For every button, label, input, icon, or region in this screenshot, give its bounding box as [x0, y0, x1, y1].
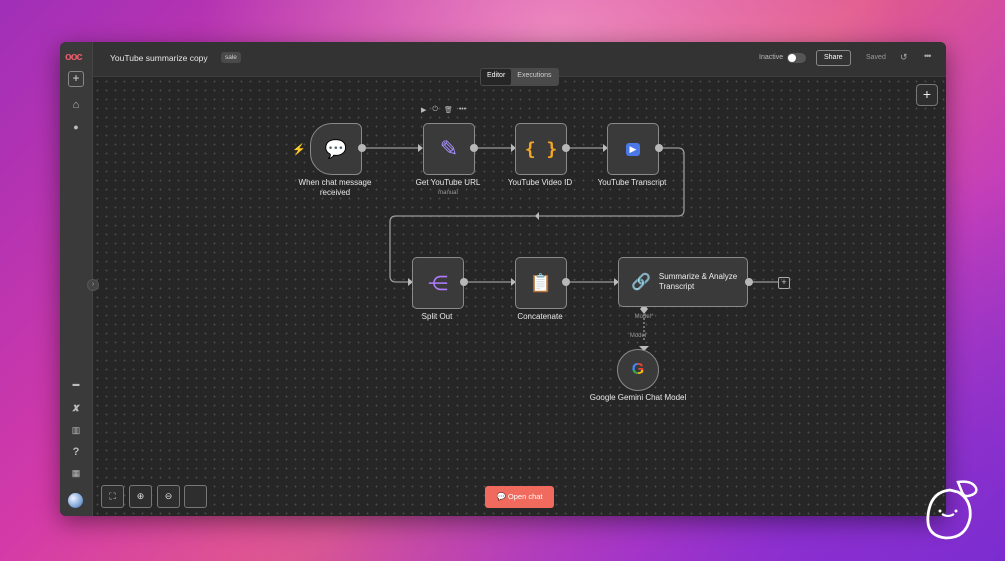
code-braces-icon: { } — [524, 138, 558, 160]
node-concatenate[interactable]: 📋 — [515, 257, 567, 309]
add-next-node-icon[interactable]: + — [778, 277, 790, 289]
node-label: YouTube Video ID — [507, 178, 573, 187]
output-handle[interactable] — [562, 144, 570, 152]
clipboard-icon: 📋 — [529, 272, 553, 293]
deactivate-node-icon[interactable]: ⏻ — [432, 106, 438, 114]
node-get-youtube-url[interactable]: ✎ — [423, 123, 475, 175]
node-youtube-transcript[interactable]: ▶ — [607, 123, 659, 175]
output-handle[interactable] — [470, 144, 478, 152]
output-handle[interactable] — [358, 144, 366, 152]
node-label: Google Gemini Chat Model — [589, 393, 687, 402]
youtube-play-icon: ▶ — [625, 142, 641, 156]
mascot-logo — [926, 480, 978, 540]
node-split-out[interactable]: ⋲ — [412, 257, 464, 309]
pencil-icon: ✎ — [439, 136, 459, 161]
open-chat-label: Open chat — [507, 492, 543, 501]
node-label: When chat message received — [298, 178, 372, 197]
model-link-label: Model — [629, 333, 647, 339]
add-node-button[interactable]: + — [916, 84, 938, 106]
output-handle[interactable] — [460, 278, 468, 286]
chat-bubble-icon: 💬 — [324, 138, 348, 159]
node-label: Split Out — [421, 312, 453, 321]
chain-link-icon: 🔗 — [631, 274, 651, 291]
node-label: Get YouTube URL — [415, 178, 481, 187]
node-google-gemini[interactable]: G — [617, 349, 659, 391]
node-toolbar: ▶ ⏻ 🗑 ••• — [421, 106, 466, 114]
connections-layer — [362, 144, 778, 351]
reset-zoom-button[interactable] — [184, 485, 207, 508]
node-label: Concatenate — [517, 312, 563, 321]
delete-node-icon[interactable]: 🗑 — [444, 106, 453, 114]
execute-node-icon[interactable]: ▶ — [421, 106, 426, 114]
chat-icon: 💬 — [496, 492, 506, 501]
node-label: YouTube Transcript — [597, 178, 667, 187]
node-youtube-video-id[interactable]: { } — [515, 123, 567, 175]
node-sublabel: manual — [438, 190, 458, 196]
output-handle[interactable] — [562, 278, 570, 286]
node-more-icon[interactable]: ••• — [459, 106, 466, 114]
collapse-sidebar-icon[interactable]: › — [87, 279, 99, 291]
node-chat-trigger[interactable]: 💬 — [310, 123, 362, 175]
output-handle[interactable] — [655, 144, 663, 152]
model-port-label: Model* — [634, 314, 654, 320]
zoom-out-button[interactable]: ⊖ — [157, 485, 180, 508]
trigger-bolt-icon: ⚡ — [292, 144, 306, 156]
n8n-editor-window: ᴏᴏᴄ + ⌂ ● ▬ 𝒙 ▥ ? ▦ › YouTube summarize … — [60, 42, 946, 516]
split-icon: ⋲ — [428, 272, 448, 295]
tab-executions[interactable]: Executions — [511, 69, 557, 85]
tab-editor[interactable]: Editor — [481, 69, 512, 85]
node-summarize-transcript[interactable]: 🔗 Summarize & Analyze Transcript — [618, 257, 748, 307]
view-tabs: Editor Executions — [480, 68, 559, 86]
google-icon: G — [631, 361, 645, 378]
node-label: Summarize & Analyze Transcript — [658, 272, 738, 291]
open-chat-button[interactable]: 💬 Open chat — [485, 486, 554, 508]
output-handle[interactable] — [745, 278, 753, 286]
fit-view-button[interactable]: ⛶ — [101, 485, 124, 508]
zoom-in-button[interactable]: ⊕ — [129, 485, 152, 508]
